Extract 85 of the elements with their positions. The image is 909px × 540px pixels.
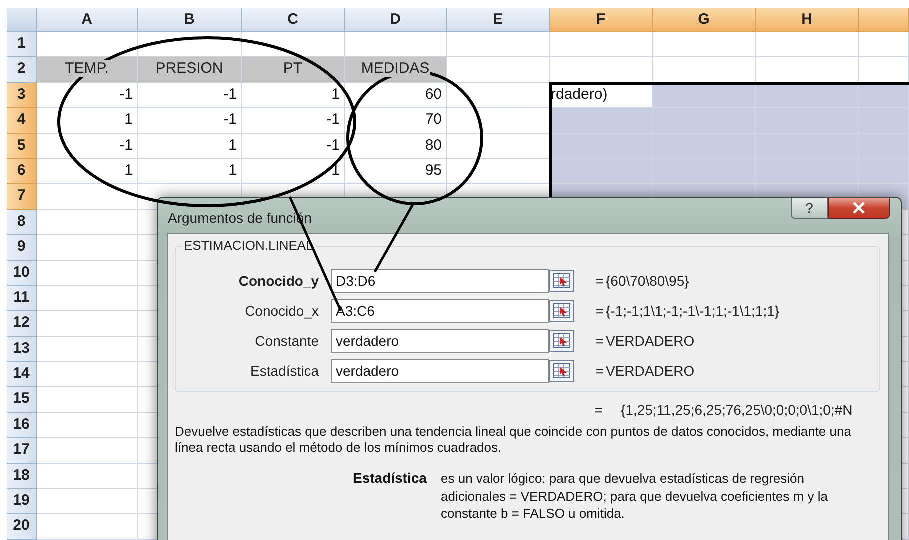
leader-line (374, 202, 416, 273)
select-all-corner[interactable] (7, 8, 37, 32)
argument-label: Constante (254, 333, 320, 349)
table-cell: 1 (242, 82, 345, 108)
equals-sign: = (594, 363, 606, 379)
table-cell: -1 (242, 134, 345, 159)
column-header[interactable]: B (138, 8, 242, 32)
argument-result: {-1;-1;1\1;-1;-1\-1;1;-1\1;1;1} (606, 303, 781, 319)
range-select-button[interactable] (549, 360, 574, 382)
equals-sign: = (594, 402, 604, 418)
grid-arrow-icon (552, 273, 570, 289)
empty-cell[interactable] (756, 32, 859, 58)
help-button[interactable]: ? (791, 198, 828, 219)
row-header[interactable]: 14 (7, 362, 37, 388)
row-header[interactable]: 5 (7, 134, 37, 159)
argument-label: Conocido_x (244, 303, 320, 319)
row-header[interactable]: 16 (7, 412, 37, 438)
argument-name: Estadística (353, 470, 428, 488)
input-field[interactable]: verdadero (331, 329, 549, 353)
argument-result: VERDADERO (606, 333, 696, 349)
table-cell: 70 (345, 108, 447, 134)
equals-sign: = (594, 333, 606, 349)
input-field[interactable]: D3:D6 (331, 269, 549, 293)
column-header[interactable]: C (242, 8, 345, 32)
row-header[interactable]: 13 (7, 336, 37, 362)
column-title-cell: TEMP. (37, 57, 138, 83)
argument-label: Conocido_y (238, 273, 320, 289)
row-header[interactable]: 17 (7, 438, 37, 464)
formula-result: {1,25;11,25;6,25;76,25\0;0;0;0\1;0;#N (621, 402, 853, 418)
column-header[interactable] (859, 8, 909, 32)
table-cell: 1 (37, 108, 138, 134)
argument-help-text: es un valor lógico: para que devuelva estadísticas de regresión adicionales = VERDADERO; para que devuelva coeficientes m y la constante b = FALSO u omitida. (441, 470, 829, 522)
row-header[interactable]: 1 (7, 32, 37, 58)
column-header[interactable]: D (345, 8, 447, 32)
column-title-cell: PRESION (138, 57, 242, 83)
column-header[interactable]: H (756, 8, 859, 32)
row-header[interactable]: 9 (7, 235, 37, 261)
column-title-cell: PT (242, 57, 345, 83)
row-header[interactable]: 6 (7, 158, 37, 184)
table-cell: -1 (37, 82, 138, 108)
row-header[interactable]: 7 (7, 184, 37, 210)
grid-arrow-icon (552, 363, 570, 379)
row-header[interactable]: 3 (7, 82, 37, 108)
column-header[interactable]: A (37, 8, 138, 32)
range-select-button[interactable] (549, 300, 574, 322)
empty-cell[interactable] (447, 32, 550, 58)
row-header[interactable]: 20 (7, 514, 37, 540)
row-header[interactable]: 8 (7, 210, 37, 236)
table-cell: 1 (37, 158, 138, 184)
row-header[interactable]: 10 (7, 260, 37, 286)
row-header[interactable]: 4 (7, 108, 37, 134)
argument-result: VERDADERO (606, 363, 696, 379)
range-select-button[interactable] (549, 330, 574, 352)
row-header[interactable]: 2 (7, 57, 37, 83)
range-select-button[interactable] (549, 270, 574, 292)
empty-cell[interactable] (859, 32, 909, 58)
column-title-cell: MEDIDAS (345, 57, 447, 83)
row-header[interactable]: 11 (7, 286, 37, 312)
argument-result: {60\70\80\95} (606, 273, 690, 289)
empty-cell[interactable] (550, 32, 653, 58)
close-icon (852, 202, 866, 214)
input-field[interactable]: A3:C6 (331, 299, 549, 323)
table-cell: -1 (138, 82, 242, 108)
function-description: Devuelve estadísticas que describen una tendencia lineal que coincide con puntos de datos conocidos, mediante una línea recta usando el método de los mínimos cuadrados. (175, 424, 852, 456)
table-cell: 95 (345, 158, 447, 184)
row-header[interactable]: 18 (7, 464, 37, 490)
column-header[interactable]: G (653, 8, 756, 32)
table-cell: -1 (138, 108, 242, 134)
table-cell: -1 (242, 108, 345, 134)
table-cell: 60 (345, 82, 447, 108)
row-header[interactable]: 15 (7, 387, 37, 413)
column-header[interactable]: E (447, 8, 550, 32)
table-cell: -1 (37, 134, 138, 159)
grid-arrow-icon (552, 333, 570, 349)
table-cell: 1 (138, 134, 242, 159)
row-header[interactable]: 12 (7, 311, 37, 337)
column-header[interactable]: F (550, 8, 653, 32)
argument-label: Estadística (250, 363, 320, 379)
row-header[interactable]: 19 (7, 489, 37, 514)
grid-arrow-icon (552, 303, 570, 319)
table-cell: 1 (138, 158, 242, 184)
input-field[interactable]: verdadero (331, 359, 549, 383)
table-cell: 80 (345, 134, 447, 159)
empty-cell[interactable] (653, 32, 756, 58)
close-button[interactable] (828, 198, 890, 219)
